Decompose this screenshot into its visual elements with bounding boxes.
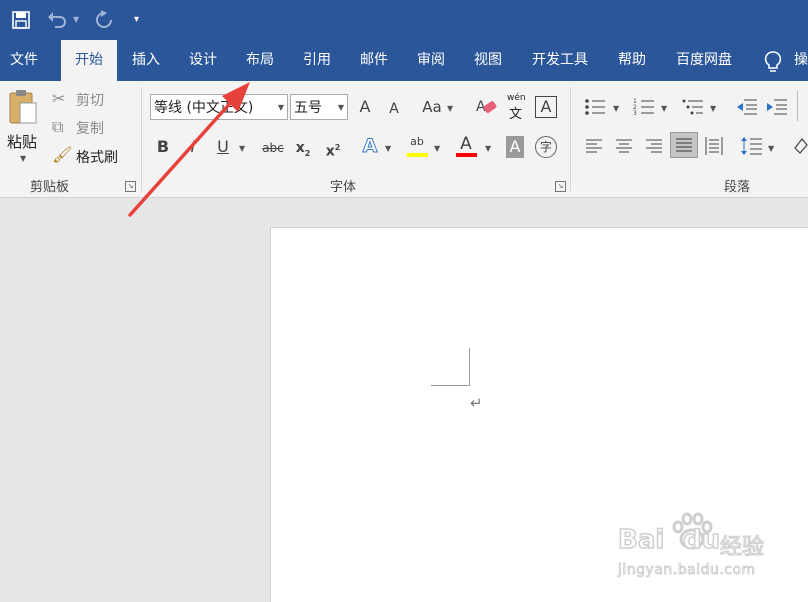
watermark-brand-cn: 经验 (719, 534, 765, 560)
watermark-brand: Bai (617, 524, 665, 556)
watermark-url: jingyan.baidu.com (618, 562, 756, 579)
annotation-arrow (128, 82, 250, 217)
watermark-brand-suffix: du (682, 524, 721, 556)
